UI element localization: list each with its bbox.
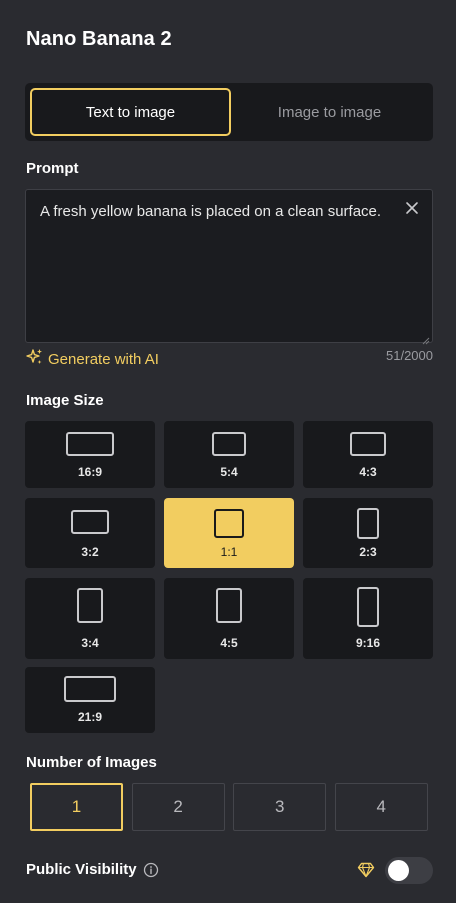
size-option-label: 9:16 (355, 636, 381, 650)
public-visibility-row: Public Visibility (26, 861, 159, 878)
image-size-label: Image Size (26, 392, 104, 409)
size-option-5-4[interactable]: 5:4 (164, 421, 294, 488)
info-icon[interactable] (143, 862, 159, 878)
size-option-label: 5:4 (220, 465, 238, 479)
aspect-16-9-icon (66, 432, 114, 456)
size-option-2-3[interactable]: 2:3 (303, 498, 433, 568)
aspect-4-5-icon (216, 588, 242, 623)
aspect-1-1-icon (214, 509, 244, 538)
size-option-label: 3:2 (81, 545, 99, 559)
size-option-label: 16:9 (77, 465, 103, 479)
number-of-images-label: Number of Images (26, 754, 157, 771)
aspect-3-2-icon (71, 510, 109, 534)
size-option-1-1[interactable]: 1:1 (164, 498, 294, 568)
aspect-3-4-icon (77, 588, 103, 623)
aspect-21-9-icon (64, 676, 116, 702)
size-option-label: 1:1 (220, 545, 238, 559)
size-option-label: 21:9 (77, 710, 103, 724)
public-visibility-label: Public Visibility (26, 861, 137, 878)
size-option-9-16[interactable]: 9:16 (303, 578, 433, 659)
size-option-label: 4:5 (220, 636, 238, 650)
char-count: 51/2000 (386, 348, 433, 363)
size-option-16-9[interactable]: 16:9 (25, 421, 155, 488)
tab-text-to-image[interactable]: Text to image (30, 88, 231, 136)
size-option-label: 2:3 (359, 545, 377, 559)
generate-with-ai-label: Generate with AI (48, 350, 159, 368)
size-option-4-5[interactable]: 4:5 (164, 578, 294, 659)
mode-tabs: Text to image Image to image (25, 83, 433, 141)
diamond-icon (357, 862, 375, 883)
sparkle-icon (26, 348, 48, 370)
count-option-4[interactable]: 4 (334, 783, 428, 831)
close-icon[interactable] (404, 200, 420, 216)
resize-grip-icon[interactable] (422, 332, 430, 345)
prompt-input[interactable]: A fresh yellow banana is placed on a cle… (25, 189, 433, 345)
prompt-label: Prompt (26, 160, 79, 177)
number-of-images-options: 1 2 3 4 (30, 783, 428, 831)
panel-title: Nano Banana 2 (26, 28, 172, 50)
size-option-3-4[interactable]: 3:4 (25, 578, 155, 659)
size-option-4-3[interactable]: 4:3 (303, 421, 433, 488)
size-option-label: 4:3 (359, 465, 377, 479)
aspect-9-16-icon (357, 587, 379, 627)
size-option-21-9[interactable]: 21:9 (25, 667, 155, 733)
tab-image-to-image[interactable]: Image to image (231, 88, 428, 136)
toggle-knob (388, 860, 409, 881)
count-option-2[interactable]: 2 (131, 783, 225, 831)
count-option-1[interactable]: 1 (30, 783, 123, 831)
prompt-text[interactable]: A fresh yellow banana is placed on a cle… (40, 201, 392, 223)
aspect-4-3-icon (350, 432, 386, 456)
generate-with-ai-button[interactable]: Generate with AI (26, 348, 159, 370)
size-option-label: 3:4 (81, 636, 99, 650)
count-option-3[interactable]: 3 (233, 783, 327, 831)
aspect-2-3-icon (357, 508, 379, 539)
public-visibility-toggle[interactable] (385, 857, 433, 884)
size-option-3-2[interactable]: 3:2 (25, 498, 155, 568)
aspect-5-4-icon (212, 432, 246, 456)
